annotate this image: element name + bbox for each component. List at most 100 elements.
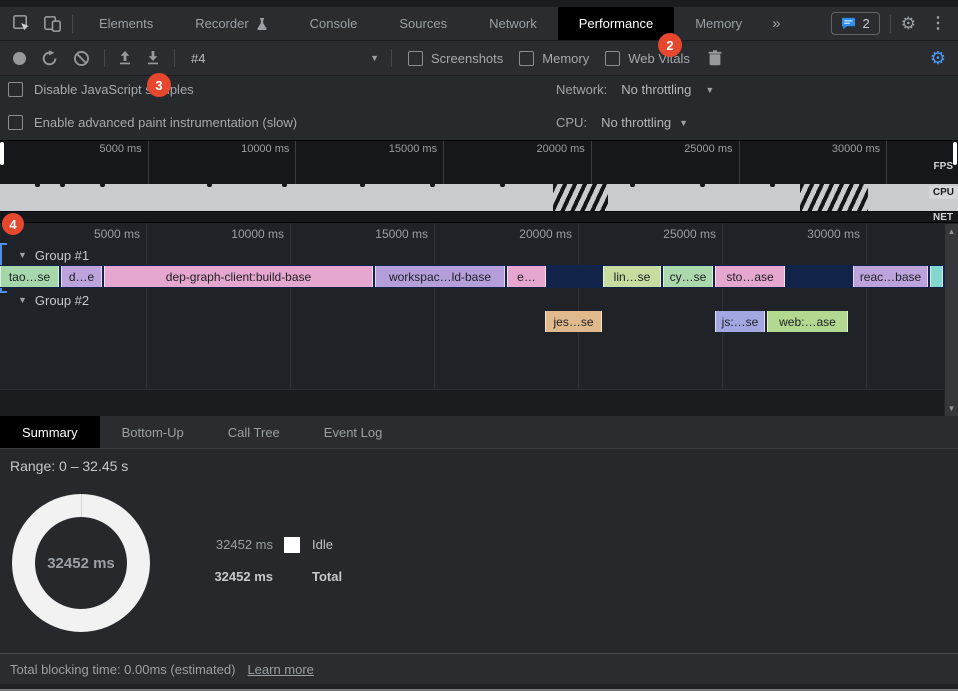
flame-grid-line bbox=[866, 223, 867, 389]
flame-grid-line bbox=[146, 223, 147, 389]
toolbar-checkbox-memory[interactable]: Memory bbox=[519, 51, 589, 66]
paint-instrumentation-checkbox[interactable] bbox=[8, 115, 23, 130]
flame-bar-d-e[interactable]: d…e bbox=[61, 266, 102, 287]
overview-left-handle[interactable] bbox=[0, 142, 4, 165]
paint-instrumentation-row[interactable]: Enable advanced paint instrumentation (s… bbox=[8, 115, 297, 130]
more-options-kebab-icon[interactable]: ⋮ bbox=[926, 16, 950, 32]
performance-toolbar: #4 ▼ Screenshots Memory Web Vitals ⚙ bbox=[0, 41, 958, 76]
toolbar-divider bbox=[72, 15, 73, 33]
flame-chart-scrollbar[interactable]: ▲ ▼ bbox=[944, 224, 958, 416]
cpu-throttling-label: CPU: bbox=[556, 115, 587, 130]
record-button[interactable] bbox=[13, 52, 26, 65]
details-tab-call-tree[interactable]: Call Tree bbox=[206, 416, 302, 448]
flame-bar-dep-graph-client-build-base[interactable]: dep-graph-client:build-base bbox=[104, 266, 373, 287]
details-tab-event-log[interactable]: Event Log bbox=[302, 416, 405, 448]
tab-network[interactable]: Network bbox=[468, 7, 558, 40]
settings-gear-icon[interactable]: ⚙ bbox=[901, 15, 916, 32]
flask-icon bbox=[256, 17, 268, 31]
reload-and-record-icon[interactable] bbox=[41, 50, 58, 67]
flame-tick-label: 30000 ms bbox=[807, 227, 866, 241]
legend-value: 32452 ms bbox=[150, 569, 273, 584]
donut-center-value: 32452 ms bbox=[47, 555, 115, 572]
tab-recorder[interactable]: Recorder bbox=[174, 7, 288, 40]
details-tab-summary[interactable]: Summary bbox=[0, 416, 100, 448]
chevron-down-icon: ▼ bbox=[705, 85, 714, 95]
flame-chart[interactable]: ▲ ▼ 5000 ms10000 ms15000 ms20000 ms25000… bbox=[0, 222, 958, 416]
tab-performance[interactable]: Performance bbox=[558, 7, 674, 40]
overview-right-handle[interactable] bbox=[953, 142, 957, 165]
overview-tick bbox=[591, 141, 592, 184]
chevron-down-icon: ▼ bbox=[679, 118, 688, 128]
timeline-overview[interactable]: FPS CPU NET 5000 ms10000 ms15000 ms20000… bbox=[0, 140, 958, 223]
learn-more-link[interactable]: Learn more bbox=[247, 662, 313, 677]
overview-tick bbox=[443, 141, 444, 184]
tab-elements[interactable]: Elements bbox=[78, 7, 174, 40]
cpu-activity-bump bbox=[500, 184, 505, 187]
clear-recording-icon[interactable] bbox=[73, 50, 90, 67]
summary-pane: Range: 0 – 32.45 s 32452 ms 32452 msIdle… bbox=[0, 449, 958, 653]
window-top-strip bbox=[0, 0, 958, 7]
tab-sources[interactable]: Sources bbox=[378, 7, 468, 40]
flame-bar-e[interactable]: e… bbox=[507, 266, 546, 287]
overview-cpu-track[interactable]: CPU bbox=[0, 184, 958, 211]
cpu-activity-bump bbox=[282, 184, 287, 187]
scroll-down-icon[interactable]: ▼ bbox=[945, 404, 958, 413]
toolbar-divider bbox=[890, 15, 891, 33]
scroll-up-icon[interactable]: ▲ bbox=[945, 227, 958, 236]
flame-bar-cy-se[interactable]: cy…se bbox=[663, 266, 713, 287]
tab-label: Memory bbox=[695, 16, 742, 31]
web-vitals-checkbox[interactable] bbox=[605, 51, 620, 66]
legend-label: Idle bbox=[312, 537, 333, 552]
flame-bar-tao-se[interactable]: tao…se bbox=[0, 266, 59, 287]
flame-bar-workspac-ld-base[interactable]: workspac…ld-base bbox=[375, 266, 505, 287]
flame-chart-empty-area bbox=[0, 389, 945, 417]
load-profile-icon[interactable] bbox=[117, 50, 133, 66]
chat-bubble-icon bbox=[841, 17, 856, 30]
screenshots-checkbox[interactable] bbox=[408, 51, 423, 66]
flame-bar-reac-base[interactable]: reac…base bbox=[853, 266, 928, 287]
tab-memory[interactable]: Memory bbox=[674, 7, 763, 40]
group-header-group-2[interactable]: ▼Group #2 bbox=[18, 292, 89, 308]
memory-checkbox[interactable] bbox=[519, 51, 534, 66]
garbage-collect-icon[interactable] bbox=[708, 50, 722, 66]
cpu-activity-bump bbox=[430, 184, 435, 187]
disable-js-samples-checkbox[interactable] bbox=[8, 82, 23, 97]
overview-cpu-track-label: CPU bbox=[929, 186, 958, 199]
more-tabs-chevron-icon[interactable]: » bbox=[763, 7, 789, 40]
cpu-activity-bump bbox=[207, 184, 212, 187]
step-badge-3: 3 bbox=[147, 73, 171, 97]
flame-bar-js-se[interactable]: js:…se bbox=[715, 311, 765, 332]
feedback-chat-button[interactable]: 2 bbox=[831, 12, 880, 35]
save-profile-icon[interactable] bbox=[145, 50, 161, 66]
toolbar-checkbox-screenshots[interactable]: Screenshots bbox=[408, 51, 503, 66]
tab-console[interactable]: Console bbox=[289, 7, 379, 40]
device-toolbar-icon[interactable] bbox=[41, 13, 63, 35]
details-tab-bottom-up[interactable]: Bottom-Up bbox=[100, 416, 206, 448]
group-header-group-1[interactable]: ▼Group #1 bbox=[18, 247, 89, 263]
flame-bar[interactable] bbox=[930, 266, 943, 287]
cpu-activity-bump bbox=[770, 184, 775, 187]
overview-tick bbox=[148, 141, 149, 184]
cpu-activity-bump bbox=[700, 184, 705, 187]
tab-label: Elements bbox=[99, 16, 153, 31]
cpu-throttling-select[interactable]: CPU: No throttling ▼ bbox=[556, 115, 688, 130]
flame-bar-jes-se[interactable]: jes…se bbox=[545, 311, 602, 332]
web-vitals-label: Web Vitals bbox=[628, 51, 690, 66]
legend-label: Total bbox=[312, 569, 342, 584]
flame-bar-sto-ase[interactable]: sto…ase bbox=[715, 266, 785, 287]
flame-bar-web-ase[interactable]: web:…ase bbox=[767, 311, 848, 332]
flame-tick-label: 15000 ms bbox=[375, 227, 434, 241]
tab-label: Network bbox=[489, 16, 537, 31]
chat-count: 2 bbox=[863, 16, 870, 31]
network-throttling-select[interactable]: Network: No throttling ▼ bbox=[556, 82, 714, 97]
step-badge-2: 2 bbox=[658, 33, 682, 57]
tab-label: Recorder bbox=[195, 16, 248, 31]
step-badge-4: 4 bbox=[2, 213, 24, 235]
flame-tick-label: 10000 ms bbox=[231, 227, 290, 241]
inspect-element-icon[interactable] bbox=[10, 13, 32, 35]
session-selector[interactable]: #4 ▼ bbox=[187, 49, 383, 68]
flame-bar-lin-se[interactable]: lin…se bbox=[603, 266, 661, 287]
capture-settings-gear-icon[interactable]: ⚙ bbox=[930, 49, 946, 67]
legend-swatch bbox=[284, 537, 300, 553]
flame-tick-label: 25000 ms bbox=[663, 227, 722, 241]
